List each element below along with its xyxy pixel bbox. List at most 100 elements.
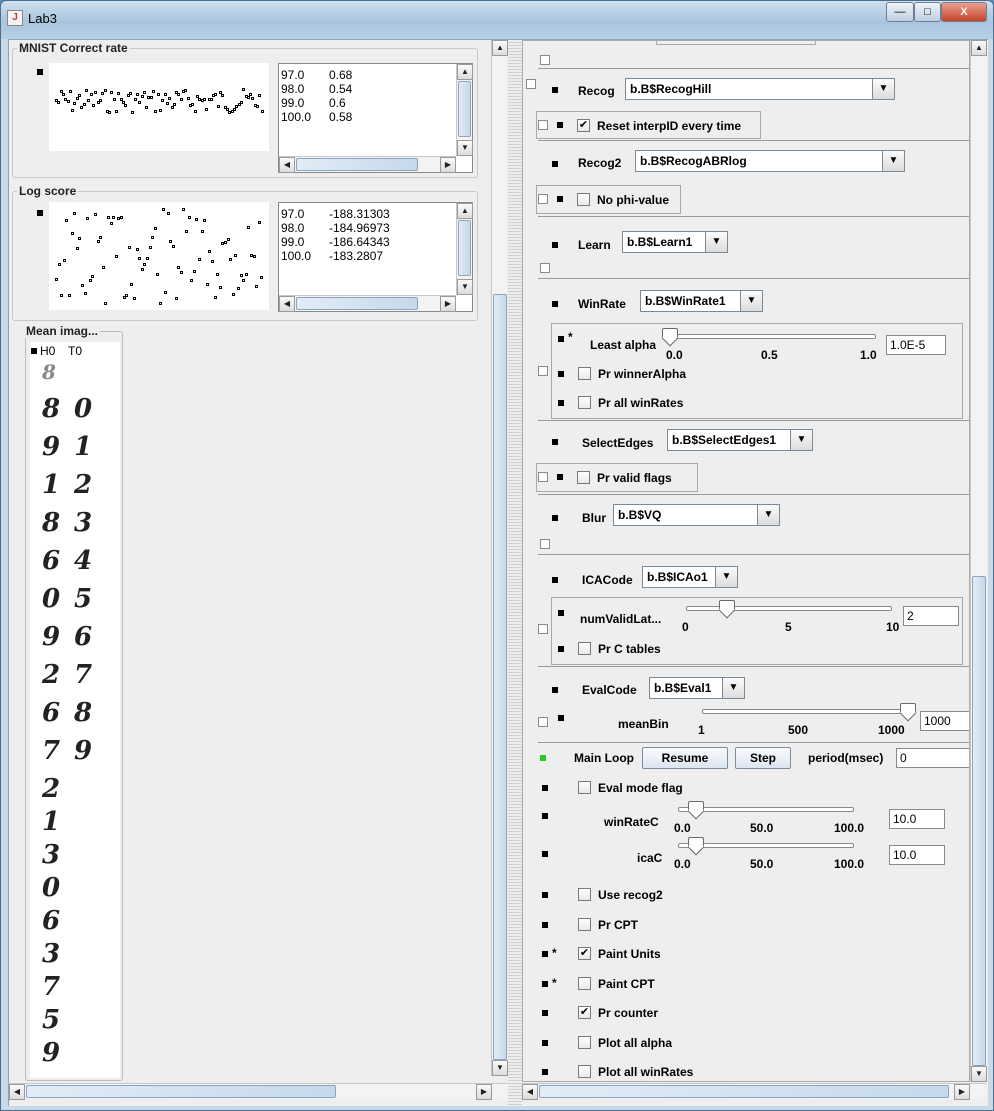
recog-options: ✔ Reset interpID every time xyxy=(536,111,761,139)
scroll-down-icon[interactable]: ▼ xyxy=(492,1060,508,1076)
close-button[interactable]: X xyxy=(941,2,987,22)
minimize-button[interactable]: — xyxy=(886,2,914,22)
collapse-box[interactable] xyxy=(540,539,550,549)
pr-c-tables-checkbox[interactable] xyxy=(578,642,591,655)
chevron-down-icon[interactable]: ▼ xyxy=(722,678,744,698)
chevron-down-icon[interactable]: ▼ xyxy=(715,567,737,587)
scroll-right-icon[interactable]: ▶ xyxy=(476,1084,492,1100)
numvalidlat-field[interactable]: 2 xyxy=(903,606,959,626)
blur-section: Blur b.B$VQ ▼ xyxy=(538,495,969,555)
scroll-thumb[interactable] xyxy=(296,297,418,310)
collapse-box[interactable] xyxy=(538,366,548,376)
right-hscroll[interactable]: ◀ ▶ xyxy=(522,1083,986,1100)
left-vscroll[interactable]: ▲ ▼ xyxy=(491,40,508,1076)
logscore-values[interactable]: 97.0 -188.31303 98.0 -184.96973 99.0 -186.6… xyxy=(278,202,473,312)
left-hscroll[interactable]: ◀ ▶ xyxy=(9,1083,508,1100)
icac-slider[interactable]: 0.0 50.0 100.0 xyxy=(674,837,894,871)
pr-valid-flags-checkbox[interactable] xyxy=(577,471,590,484)
scroll-thumb[interactable] xyxy=(458,220,471,276)
scroll-down-icon[interactable]: ▼ xyxy=(457,279,473,295)
winratec-slider[interactable]: 0.0 50.0 100.0 xyxy=(674,801,894,835)
scroll-thumb[interactable] xyxy=(493,294,507,1060)
collapse-box[interactable] xyxy=(538,472,548,482)
chevron-down-icon[interactable]: ▼ xyxy=(757,505,779,525)
collapse-box[interactable] xyxy=(538,624,548,634)
maximize-button[interactable]: □ xyxy=(914,2,941,22)
option-checkbox[interactable]: ✔ xyxy=(578,1006,591,1019)
collapse-box[interactable] xyxy=(540,263,550,273)
scroll-up-icon[interactable]: ▲ xyxy=(492,40,508,56)
mnist-hscroll[interactable]: ◀ ▶ xyxy=(279,156,456,173)
scroll-thumb[interactable] xyxy=(539,1085,949,1098)
meanbin-field[interactable]: 1000 xyxy=(920,711,969,731)
icacode-combo[interactable]: b.B$ICAo1 ▼ xyxy=(642,566,738,588)
least-alpha-field[interactable]: 1.0E-5 xyxy=(886,335,946,355)
logscore-hscroll[interactable]: ◀ ▶ xyxy=(279,295,456,312)
winrate-combo[interactable]: b.B$WinRate1 ▼ xyxy=(640,290,763,312)
chevron-down-icon[interactable]: ▼ xyxy=(872,79,894,99)
collapse-box[interactable] xyxy=(538,194,548,204)
winratec-field[interactable]: 10.0 xyxy=(889,809,945,829)
scroll-up-icon[interactable]: ▲ xyxy=(457,64,473,80)
scroll-thumb[interactable] xyxy=(972,576,986,1066)
option-checkbox[interactable]: ✔ xyxy=(578,947,591,960)
option-checkbox[interactable] xyxy=(578,1065,591,1078)
mnist-values[interactable]: 97.0 0.68 98.0 0.54 99.0 0.6 100.0 0.58 ▲ ▼ … xyxy=(278,63,473,173)
scroll-left-icon[interactable]: ◀ xyxy=(279,296,295,312)
numvalidlat-slider[interactable]: 0 5 10 xyxy=(682,600,902,634)
selectedges-combo[interactable]: b.B$SelectEdges1 ▼ xyxy=(667,429,813,451)
title-bar[interactable]: J Lab3 — □ X xyxy=(1,1,993,39)
meanbin-slider[interactable]: 1 500 1000 xyxy=(698,703,918,737)
no-phi-checkbox[interactable] xyxy=(577,193,590,206)
chevron-down-icon[interactable]: ▼ xyxy=(790,430,812,450)
option-checkbox[interactable] xyxy=(578,976,591,990)
mean-digit-h: 7 xyxy=(42,972,61,1002)
scroll-right-icon[interactable]: ▶ xyxy=(440,157,456,173)
option-checkbox[interactable] xyxy=(578,888,591,901)
scroll-thumb[interactable] xyxy=(458,81,471,137)
mnist-vscroll[interactable]: ▲ ▼ xyxy=(456,64,473,156)
scroll-right-icon[interactable]: ▶ xyxy=(440,296,456,312)
recog2-combo[interactable]: b.B$RecogABRlog ▼ xyxy=(635,150,905,172)
icac-field[interactable]: 10.0 xyxy=(889,845,945,865)
split-divider[interactable] xyxy=(508,40,522,1106)
scroll-left-icon[interactable]: ◀ xyxy=(279,157,295,173)
evalcode-combo[interactable]: b.B$Eval1 ▼ xyxy=(649,677,745,699)
collapse-box[interactable] xyxy=(538,717,548,727)
learn-combo[interactable]: b.B$Learn1 ▼ xyxy=(622,231,728,253)
blur-combo[interactable]: b.B$VQ ▼ xyxy=(613,504,780,526)
chevron-down-icon[interactable]: ▼ xyxy=(882,151,904,171)
right-vscroll[interactable]: ▲ ▼ xyxy=(970,40,987,1082)
scroll-thumb[interactable] xyxy=(296,158,418,171)
least-alpha-slider[interactable]: 0.0 0.5 1.0 xyxy=(661,328,886,362)
option-label: Plot all alpha xyxy=(598,1035,673,1050)
scroll-up-icon[interactable]: ▲ xyxy=(971,40,987,56)
scroll-thumb[interactable] xyxy=(26,1085,336,1098)
numvalidlat-label: numValidLat... xyxy=(580,612,662,626)
plot-point xyxy=(203,218,207,222)
scroll-up-icon[interactable]: ▲ xyxy=(457,203,473,219)
reset-interpid-checkbox[interactable]: ✔ xyxy=(577,119,590,132)
period-field[interactable]: 0 xyxy=(896,748,969,768)
recog-combo[interactable]: b.B$RecogHill ▼ xyxy=(625,78,895,100)
scroll-left-icon[interactable]: ◀ xyxy=(522,1084,538,1100)
chevron-down-icon[interactable]: ▼ xyxy=(740,291,762,311)
scroll-down-icon[interactable]: ▼ xyxy=(971,1066,987,1082)
resume-button[interactable]: Resume xyxy=(642,747,728,769)
pr-winneralpha-checkbox[interactable] xyxy=(578,367,591,380)
bullet-icon xyxy=(542,921,548,928)
collapse-box[interactable] xyxy=(540,55,550,65)
pr-all-winrates-checkbox[interactable] xyxy=(578,396,591,409)
option-checkbox[interactable] xyxy=(578,1035,591,1049)
scroll-right-icon[interactable]: ▶ xyxy=(954,1084,970,1100)
bullet-icon xyxy=(558,715,564,721)
scroll-left-icon[interactable]: ◀ xyxy=(9,1084,25,1100)
collapse-box[interactable] xyxy=(526,79,536,89)
option-checkbox[interactable] xyxy=(578,917,591,931)
eval-mode-checkbox[interactable] xyxy=(578,781,591,794)
collapse-box[interactable] xyxy=(538,120,548,130)
logscore-vscroll[interactable]: ▲ ▼ xyxy=(456,203,473,295)
chevron-down-icon[interactable]: ▼ xyxy=(705,232,727,252)
scroll-down-icon[interactable]: ▼ xyxy=(457,140,473,156)
step-button[interactable]: Step xyxy=(735,747,791,769)
